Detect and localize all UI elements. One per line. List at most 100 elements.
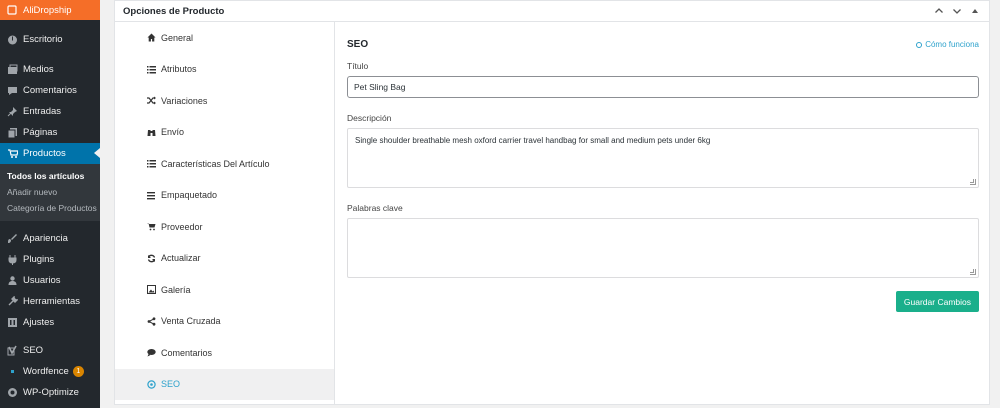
how-it-works-label: Cómo funciona xyxy=(925,40,979,49)
product-options-tabs: General Atributos Variaciones Envío Cara… xyxy=(115,22,335,404)
description-textarea-value: Single shoulder breathable mesh oxford c… xyxy=(355,136,711,145)
target-icon xyxy=(146,379,156,389)
tab-cross-sell[interactable]: Venta Cruzada xyxy=(115,306,334,338)
description-textarea[interactable]: Single shoulder breathable mesh oxford c… xyxy=(347,128,979,188)
cart-icon xyxy=(6,148,18,160)
metabox-header: Opciones de Producto xyxy=(115,1,989,22)
menu-pages[interactable]: Páginas xyxy=(0,122,100,143)
menu-label: Herramientas xyxy=(23,296,81,307)
tab-gallery[interactable]: Galería xyxy=(115,274,334,306)
pages-icon xyxy=(6,127,18,139)
comments-icon xyxy=(6,85,18,97)
menu-label: Entradas xyxy=(23,106,62,117)
menu-tools[interactable]: Herramientas xyxy=(0,291,100,312)
panel-title: SEO xyxy=(347,39,369,50)
menu-dashboard[interactable]: Escritorio xyxy=(0,29,100,50)
dashboard-icon xyxy=(6,34,18,46)
menu-comments[interactable]: Comentarios xyxy=(0,80,100,101)
tab-label: Atributos xyxy=(161,64,197,75)
image-icon xyxy=(146,285,156,295)
tab-supplier[interactable]: Proveedor xyxy=(115,211,334,243)
resize-handle-icon[interactable] xyxy=(970,179,976,185)
shuffle-icon xyxy=(146,96,156,106)
collapse-triangle-icon[interactable] xyxy=(969,5,981,17)
menu-posts[interactable]: Entradas xyxy=(0,101,100,122)
menu-label: AliDropship xyxy=(23,4,72,16)
keywords-textarea[interactable] xyxy=(347,218,979,278)
menu-seo[interactable]: SEO xyxy=(0,340,100,361)
menu-label: Páginas xyxy=(23,127,58,138)
menu-label: Productos xyxy=(23,148,66,159)
info-circle-icon xyxy=(916,41,923,48)
chevron-down-icon[interactable] xyxy=(951,5,963,17)
metabox-actions xyxy=(933,5,981,17)
tab-label: Galería xyxy=(161,284,191,295)
optimize-icon xyxy=(6,387,18,399)
tab-label: General xyxy=(161,32,194,43)
menu-media[interactable]: Medios xyxy=(0,59,100,80)
save-changes-button[interactable]: Guardar Cambios xyxy=(895,291,979,312)
tab-label: Proveedor xyxy=(161,221,203,232)
tab-label: Variaciones xyxy=(161,95,208,106)
yoast-icon xyxy=(6,345,18,357)
menu-label: Ajustes xyxy=(23,317,55,328)
how-it-works-link[interactable]: Cómo funciona xyxy=(916,40,979,49)
tab-label: Características Del Artículo xyxy=(161,158,270,169)
brush-icon xyxy=(6,233,18,245)
chevron-up-icon[interactable] xyxy=(933,5,945,17)
menu-users[interactable]: Usuarios xyxy=(0,270,100,291)
menu-icon xyxy=(146,190,156,200)
list-icon xyxy=(146,159,156,169)
users-icon xyxy=(6,275,18,287)
tab-seo[interactable]: SEO xyxy=(115,368,334,400)
submenu-add-new[interactable]: Añadir nuevo xyxy=(0,184,100,200)
tab-shipping[interactable]: Envío xyxy=(115,117,334,149)
tab-variations[interactable]: Variaciones xyxy=(115,85,334,117)
menu-appearance[interactable]: Apariencia xyxy=(0,228,100,249)
menu-wordfence[interactable]: Wordfence 1 xyxy=(0,361,100,382)
menu-label: WP-Optimize xyxy=(23,387,79,398)
menu-settings[interactable]: Ajustes xyxy=(0,312,100,333)
settings-icon xyxy=(6,317,18,329)
menu-wp-optimize[interactable]: WP-Optimize xyxy=(0,382,100,403)
menu-label: Escritorio xyxy=(23,34,63,45)
pin-icon xyxy=(6,106,18,118)
seo-panel: SEO Cómo funciona Título Pet Sling Bag D… xyxy=(347,22,979,404)
menu-products[interactable]: Productos xyxy=(0,143,100,164)
resize-handle-icon[interactable] xyxy=(970,269,976,275)
refresh-icon xyxy=(146,253,156,263)
title-input[interactable]: Pet Sling Bag xyxy=(347,76,979,98)
submenu-all-products[interactable]: Todos los artículos xyxy=(0,168,100,184)
menu-label: Wordfence xyxy=(23,366,69,377)
tab-label: Empaquetado xyxy=(161,190,218,201)
share-icon xyxy=(146,316,156,326)
menu-label: Apariencia xyxy=(23,233,68,244)
menu-label: Medios xyxy=(23,64,54,75)
tab-general[interactable]: General xyxy=(115,22,334,54)
tab-label: SEO xyxy=(161,379,181,390)
tab-reviews[interactable]: Comentarios xyxy=(115,337,334,369)
wrench-icon xyxy=(6,296,18,308)
menu-label: Plugins xyxy=(23,254,55,265)
media-icon xyxy=(6,64,18,76)
tab-label: Actualizar xyxy=(161,253,201,264)
tab-item-features[interactable]: Características Del Artículo xyxy=(115,148,334,180)
tab-update[interactable]: Actualizar xyxy=(115,243,334,275)
admin-sidebar: AliDropship Escritorio Medios Comentario… xyxy=(0,0,100,408)
binoculars-icon xyxy=(146,127,156,137)
menu-plugins[interactable]: Plugins xyxy=(0,249,100,270)
panel-header: SEO Cómo funciona xyxy=(347,39,979,50)
metabox-title: Opciones de Producto xyxy=(123,5,225,17)
tab-attributes[interactable]: Atributos xyxy=(115,54,334,86)
keywords-label: Palabras clave xyxy=(347,203,403,213)
cart-icon xyxy=(146,222,156,232)
products-submenu: Todos los artículos Añadir nuevo Categor… xyxy=(0,164,100,221)
menu-label: Comentarios xyxy=(23,85,77,96)
title-label: Título xyxy=(347,61,369,71)
actions-row: Guardar Cambios xyxy=(347,291,979,312)
menu-alidropship[interactable]: AliDropship xyxy=(0,0,100,20)
menu-label: Usuarios xyxy=(23,275,61,286)
home-icon xyxy=(146,33,156,43)
tab-packaging[interactable]: Empaquetado xyxy=(115,180,334,212)
submenu-product-categories[interactable]: Categoría de Productos xyxy=(0,200,100,216)
